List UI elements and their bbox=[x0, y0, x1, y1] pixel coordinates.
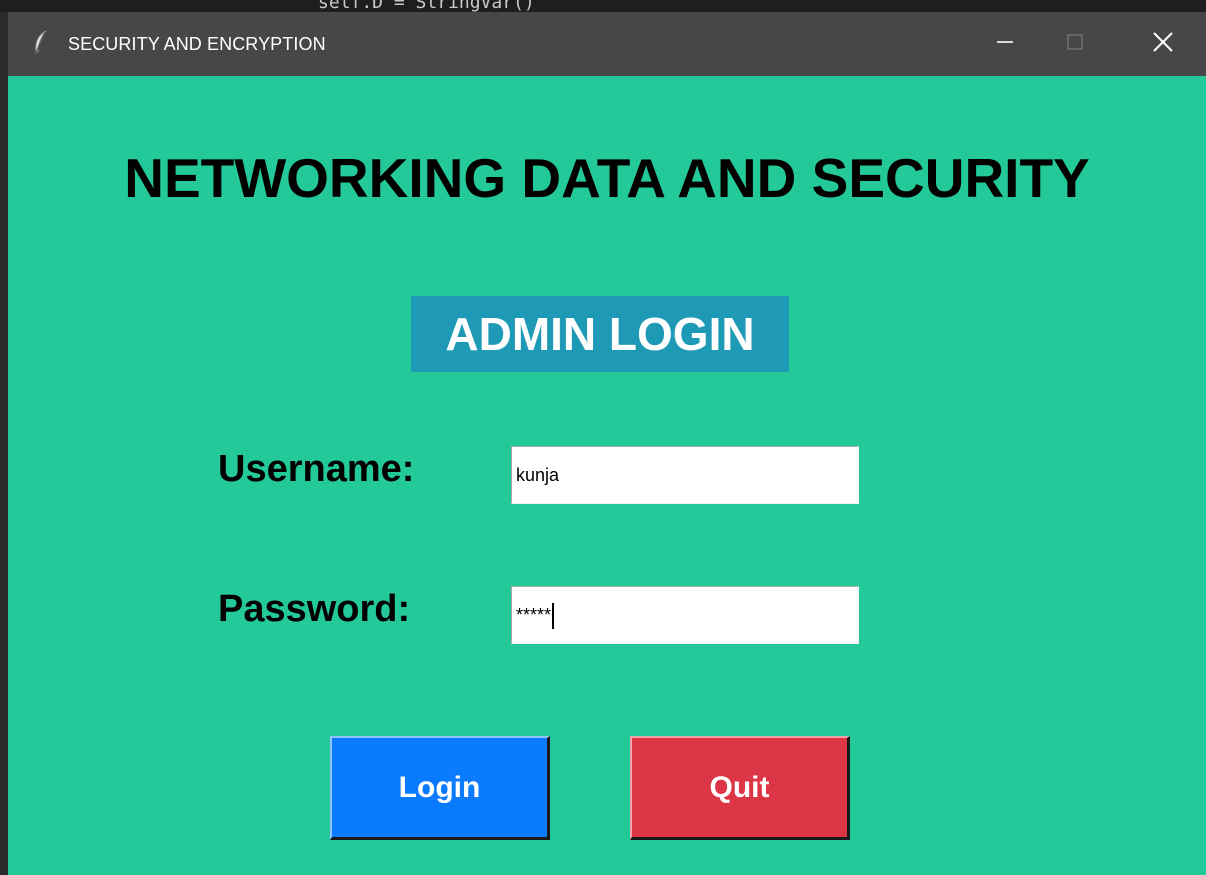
background-editor-strip: self.D = StringVar() bbox=[0, 0, 1206, 13]
close-button[interactable] bbox=[1132, 12, 1194, 76]
close-icon bbox=[1152, 31, 1174, 58]
app-window: SECURITY AND ENCRYPTION NETWORKING DATA … bbox=[8, 12, 1206, 875]
admin-login-banner: ADMIN LOGIN bbox=[411, 296, 789, 372]
maximize-icon bbox=[1066, 33, 1084, 56]
page-heading: NETWORKING DATA AND SECURITY bbox=[124, 147, 1090, 209]
text-caret bbox=[552, 603, 555, 630]
password-input[interactable]: ***** bbox=[511, 586, 859, 644]
password-value: ***** bbox=[516, 605, 552, 625]
login-button[interactable]: Login bbox=[330, 736, 550, 840]
username-value: kunja bbox=[516, 465, 560, 485]
minimize-icon bbox=[996, 33, 1014, 56]
maximize-button[interactable] bbox=[1044, 12, 1106, 76]
feather-icon bbox=[32, 30, 50, 56]
username-input[interactable]: kunja bbox=[511, 446, 859, 504]
title-bar[interactable]: SECURITY AND ENCRYPTION bbox=[8, 12, 1206, 76]
minimize-button[interactable] bbox=[974, 12, 1036, 76]
quit-button[interactable]: Quit bbox=[630, 736, 850, 840]
window-left-edge bbox=[0, 12, 8, 875]
window-title: SECURITY AND ENCRYPTION bbox=[68, 34, 326, 54]
username-label: Username: bbox=[218, 448, 415, 490]
password-label: Password: bbox=[218, 588, 411, 630]
